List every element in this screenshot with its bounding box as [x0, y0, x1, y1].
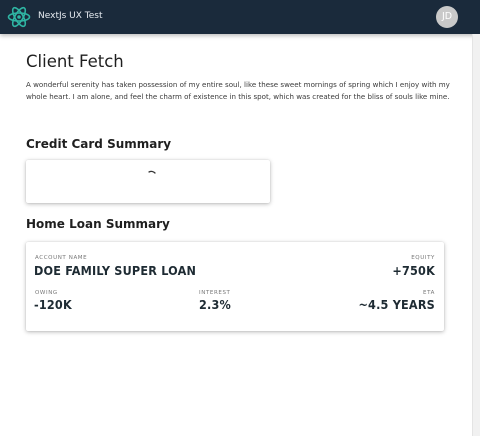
owing-label: OWING [35, 290, 58, 296]
credit-card-summary-title: Credit Card Summary [26, 137, 172, 151]
eta-label: ETA [423, 290, 435, 296]
app-bar: NextJs UX Test JD [0, 0, 480, 34]
page-title: Client Fetch [26, 52, 124, 71]
home-loan-summary-card: ACCOUNT NAME DOE FAMILY SUPER LOAN EQUIT… [26, 242, 444, 331]
spinner-icon [148, 170, 156, 174]
equity-label: EQUITY [411, 255, 435, 261]
owing-value: -120K [34, 297, 72, 312]
equity-value: +750K [392, 263, 435, 278]
credit-card-summary-card [26, 160, 270, 203]
atom-logo-icon[interactable] [7, 6, 31, 28]
eta-value: ~4.5 YEARS [358, 297, 435, 312]
home-loan-summary-title: Home Loan Summary [26, 217, 170, 231]
interest-value: 2.3% [199, 297, 231, 312]
page-scrollbar[interactable] [472, 34, 480, 436]
user-avatar[interactable]: JD [436, 6, 458, 28]
account-name-value: DOE FAMILY SUPER LOAN [34, 263, 197, 278]
interest-label: INTEREST [199, 290, 231, 296]
account-name-label: ACCOUNT NAME [35, 255, 88, 261]
intro-paragraph: A wonderful serenity has taken possessio… [26, 80, 450, 101]
app-title: NextJs UX Test [38, 11, 103, 21]
